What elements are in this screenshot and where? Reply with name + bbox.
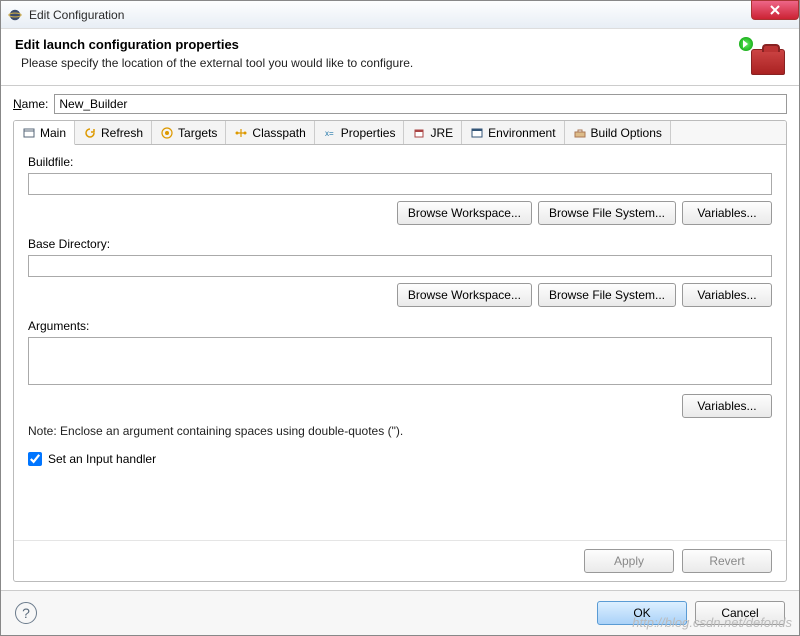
tabs: Main Refresh Targets Classpath x= Proper… [14,121,786,145]
classpath-icon [234,126,248,140]
build-options-icon [573,126,587,140]
arguments-input[interactable] [28,337,772,385]
arguments-label: Arguments: [28,319,772,333]
window-title: Edit Configuration [29,8,124,22]
buildfile-label: Buildfile: [28,155,772,169]
apply-revert-row: Apply Revert [14,540,786,581]
apply-button[interactable]: Apply [584,549,674,573]
footer: ? OK Cancel [1,590,799,635]
svg-text:x=: x= [325,129,334,138]
basedir-browse-filesystem-button[interactable]: Browse File System... [538,283,676,307]
tab-main[interactable]: Main [14,121,75,145]
titlebar: Edit Configuration [1,1,799,29]
basedir-variables-button[interactable]: Variables... [682,283,772,307]
basedir-input[interactable] [28,255,772,277]
cancel-button[interactable]: Cancel [695,601,785,625]
tab-classpath[interactable]: Classpath [226,121,314,144]
name-label: Name: [13,97,48,111]
buildfile-browse-workspace-button[interactable]: Browse Workspace... [397,201,532,225]
environment-icon [470,126,484,140]
basedir-browse-workspace-button[interactable]: Browse Workspace... [397,283,532,307]
revert-button[interactable]: Revert [682,549,772,573]
tab-refresh[interactable]: Refresh [75,121,152,144]
tab-folder: Main Refresh Targets Classpath x= Proper… [13,120,787,582]
tab-build-options[interactable]: Build Options [565,121,671,144]
arguments-note: Note: Enclose an argument containing spa… [28,424,772,438]
close-button[interactable] [751,0,799,20]
properties-icon: x= [323,126,337,140]
ok-button[interactable]: OK [597,601,687,625]
tab-properties[interactable]: x= Properties [315,121,405,144]
arguments-variables-button[interactable]: Variables... [682,394,772,418]
input-handler-label: Set an Input handler [48,452,156,466]
input-handler-checkbox[interactable] [28,452,42,466]
name-row: Name: [13,94,787,114]
eclipse-icon [7,7,23,23]
name-input[interactable] [54,94,787,114]
buildfile-input[interactable] [28,173,772,195]
toolbox-icon [751,49,785,75]
header: Edit launch configuration properties Ple… [1,29,799,86]
jre-icon [412,126,426,140]
main-tab-icon [22,126,36,140]
targets-icon [160,126,174,140]
buildfile-browse-filesystem-button[interactable]: Browse File System... [538,201,676,225]
header-title: Edit launch configuration properties [15,37,735,52]
tab-jre[interactable]: JRE [404,121,462,144]
header-subtitle: Please specify the location of the exter… [21,56,735,70]
external-tools-icon [745,39,785,75]
buildfile-variables-button[interactable]: Variables... [682,201,772,225]
dialog-window: Edit Configuration Edit launch configura… [0,0,800,636]
tab-targets[interactable]: Targets [152,121,226,144]
basedir-label: Base Directory: [28,237,772,251]
refresh-icon [83,126,97,140]
help-button[interactable]: ? [15,602,37,624]
tab-environment[interactable]: Environment [462,121,564,144]
main-tab-content: Buildfile: Browse Workspace... Browse Fi… [14,145,786,540]
